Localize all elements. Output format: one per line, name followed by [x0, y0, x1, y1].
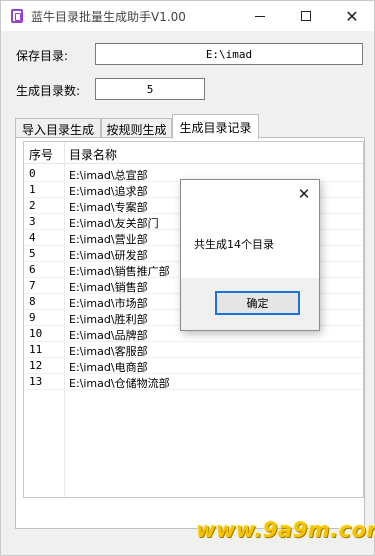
tab-records[interactable]: 生成目录记录: [172, 114, 259, 139]
column-header-index[interactable]: 序号: [29, 146, 53, 163]
table-row[interactable]: 12 E:\imad\电商部: [24, 358, 363, 374]
row-index: 1: [29, 183, 36, 196]
row-dir-name: E:\imad\销售部: [69, 281, 148, 294]
app-icon: [11, 9, 23, 23]
row-dir-name: E:\imad\市场部: [69, 297, 148, 310]
row-index: 9: [29, 311, 36, 324]
row-index: 5: [29, 247, 36, 260]
row-dir-name: E:\imad\品牌部: [69, 329, 148, 342]
tab-import[interactable]: 导入目录生成: [15, 118, 101, 139]
row-index: 13: [29, 375, 43, 388]
row-dir-name: E:\imad\胜利部: [69, 313, 148, 326]
close-button[interactable]: ✕: [329, 1, 375, 31]
count-field[interactable]: 5: [95, 78, 205, 100]
row-dir-name: E:\imad\总宣部: [69, 169, 148, 182]
row-dir-name: E:\imad\专案部: [69, 201, 148, 214]
row-dir-name: E:\imad\销售推广部: [69, 265, 170, 278]
dialog-message: 共生成14个目录: [194, 238, 274, 251]
title-bar[interactable]: 蓝牛目录批量生成助手V1.00 ✕: [1, 1, 374, 31]
save-dir-label: 保存目录:: [16, 49, 69, 63]
ok-button[interactable]: 确定: [215, 291, 300, 315]
row-dir-name: E:\imad\友关部门: [69, 217, 159, 230]
maximize-button[interactable]: [283, 1, 329, 31]
row-index: 4: [29, 231, 36, 244]
row-index: 7: [29, 279, 36, 292]
row-dir-name: E:\imad\仓储物流部: [69, 377, 170, 390]
row-dir-name: E:\imad\客服部: [69, 345, 148, 358]
row-dir-name: E:\imad\营业部: [69, 233, 148, 246]
row-dir-name: E:\imad\电商部: [69, 361, 148, 374]
row-index: 11: [29, 343, 43, 356]
row-dir-name: E:\imad\研发部: [69, 249, 148, 262]
row-index: 8: [29, 295, 36, 308]
minimize-button[interactable]: [237, 1, 283, 31]
row-index: 0: [29, 167, 36, 180]
dialog-footer: 确定: [181, 278, 319, 330]
row-index: 12: [29, 359, 43, 372]
save-dir-field[interactable]: E:\imad: [95, 43, 363, 65]
row-index: 6: [29, 263, 36, 276]
window-title: 蓝牛目录批量生成助手V1.00: [31, 10, 186, 24]
table-row[interactable]: 11 E:\imad\客服部: [24, 342, 363, 358]
row-index: 2: [29, 199, 36, 212]
table-row[interactable]: 13 E:\imad\仓储物流部: [24, 374, 363, 390]
list-header: 序号 目录名称: [24, 142, 363, 164]
row-dir-name: E:\imad\追求部: [69, 185, 148, 198]
close-icon: ✕: [297, 185, 311, 203]
maximize-icon: [301, 11, 311, 21]
count-label: 生成目录数:: [16, 84, 81, 98]
close-icon: ✕: [345, 6, 359, 26]
row-index: 10: [29, 327, 43, 340]
tab-rule[interactable]: 按规则生成: [101, 118, 172, 139]
dialog-close-button[interactable]: ✕: [295, 185, 313, 203]
minimize-icon: [255, 15, 265, 17]
watermark-text: www.9a9m.com: [196, 518, 375, 542]
watermark: www.9a9m.com: [196, 510, 375, 550]
column-header-name[interactable]: 目录名称: [69, 146, 117, 163]
row-index: 3: [29, 215, 36, 228]
message-dialog: ✕ 共生成14个目录 确定: [180, 179, 320, 331]
